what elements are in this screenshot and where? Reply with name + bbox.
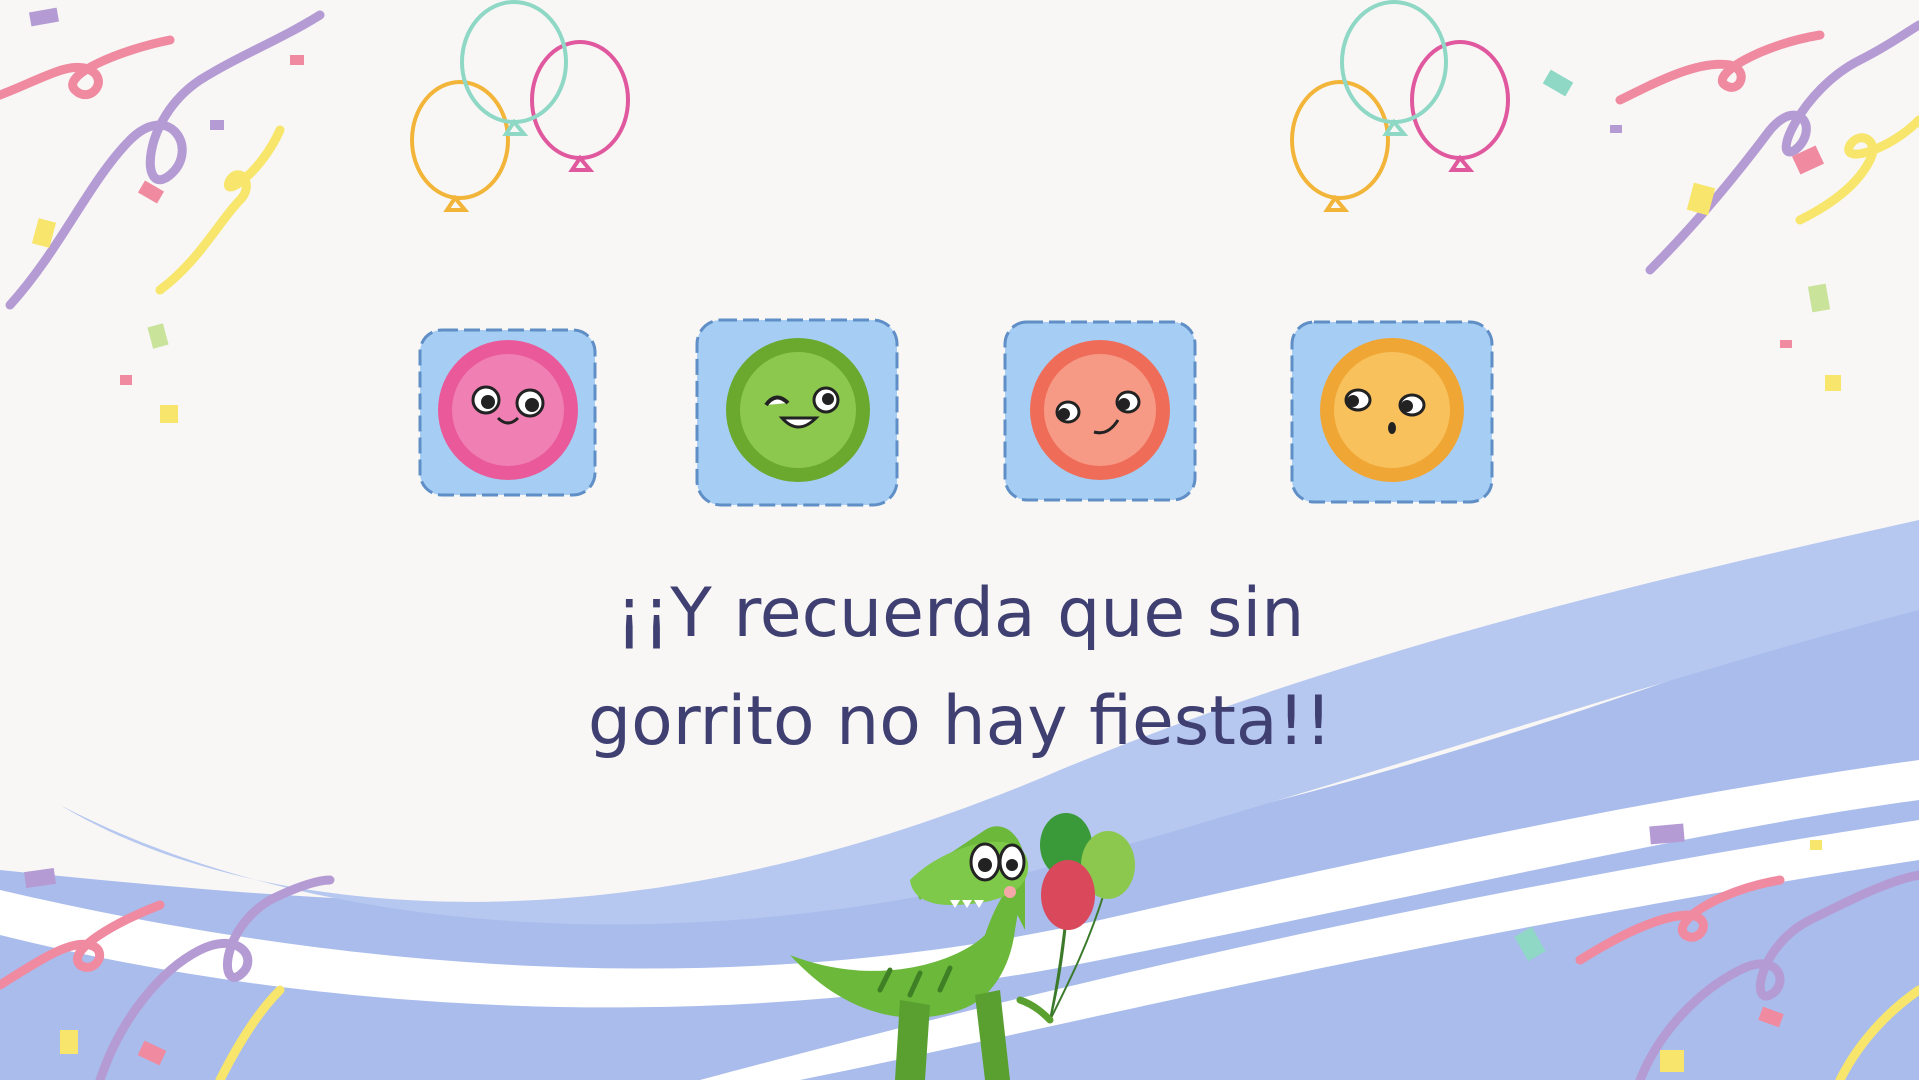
party-slide: ¡¡Y recuerda que sin gorrito no hay fies… bbox=[0, 0, 1919, 1080]
dinosaur-icon bbox=[790, 813, 1135, 1080]
